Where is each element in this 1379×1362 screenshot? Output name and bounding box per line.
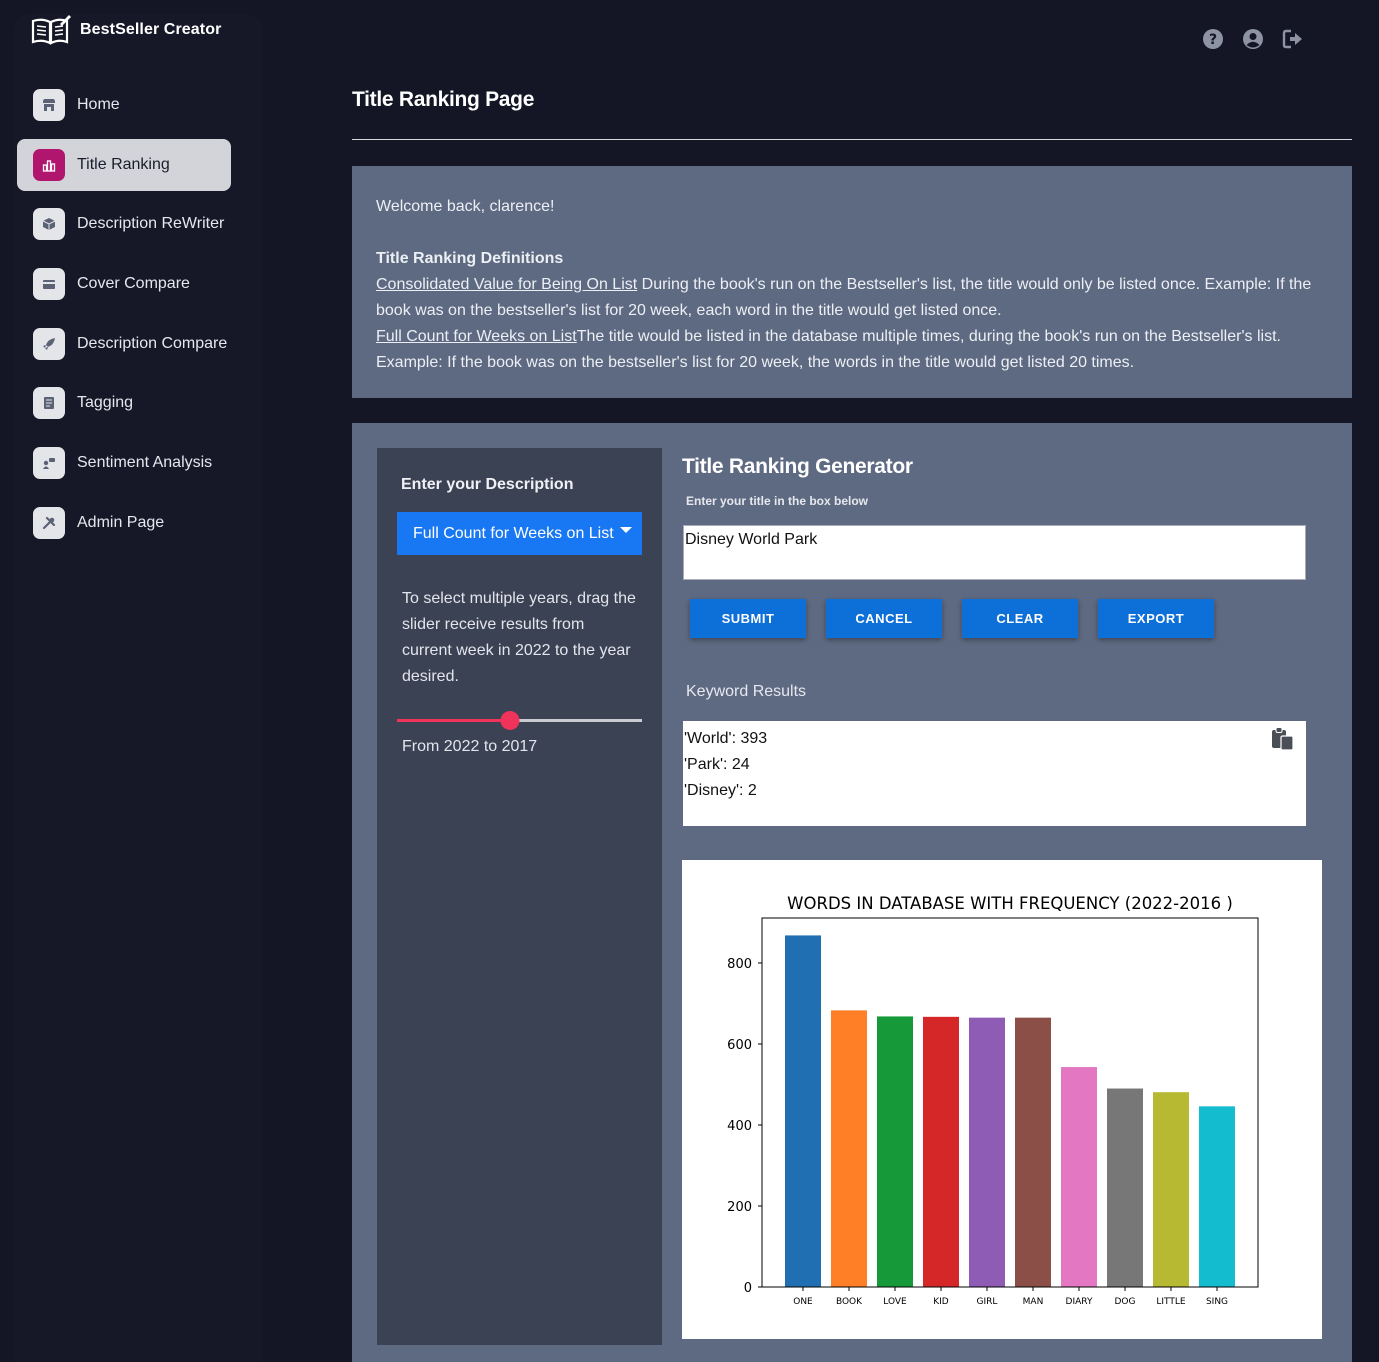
sidebar-item-label: Cover Compare xyxy=(77,275,190,293)
user-icon[interactable] xyxy=(1242,28,1264,50)
sidebar-item-home[interactable]: Home xyxy=(17,79,231,131)
clear-button[interactable]: CLEAR xyxy=(962,599,1078,638)
x-tick-label: DIARY xyxy=(1066,1297,1093,1307)
definitions-heading: Title Ranking Definitions xyxy=(376,250,564,267)
y-tick-label: 0 xyxy=(744,1281,752,1296)
keyword-result: 'World': 393 xyxy=(684,730,768,747)
logout-icon[interactable] xyxy=(1282,28,1304,50)
x-tick-label: GIRL xyxy=(977,1297,998,1307)
sidebar-item-label: Description Compare xyxy=(77,334,228,352)
sidebar-item-cover-compare[interactable]: Cover Compare xyxy=(17,258,231,310)
chart-title: WORDS IN DATABASE WITH FREQUENCY (2022-2… xyxy=(787,894,1233,913)
sidebar-nav: Home Title Ranking Description ReWriter … xyxy=(17,79,231,557)
slider-thumb[interactable] xyxy=(500,711,520,730)
sidebar-item-label: Admin Page xyxy=(77,513,165,531)
generator-title: Title Ranking Generator xyxy=(682,455,913,478)
chart-bar-little xyxy=(1153,1092,1189,1287)
document-icon xyxy=(33,387,65,420)
x-tick-label: DOG xyxy=(1115,1297,1136,1307)
chart-bar-love xyxy=(877,1016,913,1287)
x-tick-label: SING xyxy=(1206,1297,1228,1307)
slider-fill xyxy=(397,719,510,722)
description-options-title: Enter your Description xyxy=(401,476,574,493)
keyword-results-label: Keyword Results xyxy=(686,683,807,700)
help-icon[interactable]: ? xyxy=(1202,28,1224,50)
x-tick-label: LOVE xyxy=(883,1297,907,1307)
brand[interactable]: BestSeller Creator xyxy=(30,14,221,46)
description-options-card: Enter your Description Full Count for We… xyxy=(377,448,662,1345)
x-tick-label: MAN xyxy=(1023,1297,1044,1307)
chart-bar-dog xyxy=(1107,1088,1143,1287)
title-input[interactable]: Disney World Park xyxy=(683,525,1306,580)
svg-text:?: ? xyxy=(1209,32,1217,48)
x-tick-label: KID xyxy=(933,1297,949,1307)
header-divider xyxy=(352,139,1352,140)
year-range-slider[interactable] xyxy=(397,710,642,730)
cancel-button[interactable]: CANCEL xyxy=(826,599,942,638)
keyword-result: 'Disney': 2 xyxy=(684,782,757,799)
submit-button[interactable]: SUBMIT xyxy=(690,599,806,638)
definition-full-count: Full Count for Weeks on ListThe title wo… xyxy=(376,324,1328,376)
sidebar-item-sentiment-analysis[interactable]: Sentiment Analysis xyxy=(17,437,231,489)
chart-icon xyxy=(33,148,65,181)
sidebar-item-label: Tagging xyxy=(77,394,134,412)
definition-full-count-link[interactable]: Full Count for Weeks on List xyxy=(376,328,577,345)
sidebar-item-description-rewriter[interactable]: Description ReWriter xyxy=(17,198,231,250)
chat-icon xyxy=(33,447,65,480)
tools-icon xyxy=(33,506,65,539)
chart-bar-girl xyxy=(969,1017,1005,1287)
card-icon xyxy=(33,268,65,301)
frequency-chart-svg: WORDS IN DATABASE WITH FREQUENCY (2022-2… xyxy=(727,894,1259,1307)
main-panel: Enter your Description Full Count for We… xyxy=(352,423,1352,1362)
sidebar-item-label: Description ReWriter xyxy=(77,215,225,233)
chevron-down-icon xyxy=(620,527,632,533)
chart-bar-diary xyxy=(1061,1067,1097,1287)
y-tick-label: 200 xyxy=(727,1200,752,1215)
definition-consolidated: Consolidated Value for Being On List Dur… xyxy=(376,272,1328,324)
header-actions: ? xyxy=(1202,28,1304,50)
chart-bar-book xyxy=(831,1010,867,1287)
sidebar-item-label: Title Ranking xyxy=(77,155,170,173)
y-tick-label: 400 xyxy=(727,1119,752,1134)
sidebar-item-label: Sentiment Analysis xyxy=(77,454,213,472)
cube-icon xyxy=(33,208,65,241)
keyword-results-box[interactable]: 'World': 393 'Park': 24 'Disney': 2 xyxy=(683,721,1306,826)
chart-bar-one xyxy=(785,935,821,1287)
sidebar-item-tagging[interactable]: Tagging xyxy=(17,377,231,429)
brand-name: BestSeller Creator xyxy=(80,21,222,38)
page-title: Title Ranking Page xyxy=(352,88,535,111)
action-buttons: SUBMIT CANCEL CLEAR EXPORT xyxy=(690,599,1214,638)
keyword-result: 'Park': 24 xyxy=(684,756,750,773)
rocket-icon xyxy=(33,327,65,360)
x-tick-label: ONE xyxy=(793,1297,813,1307)
chart-bar-man xyxy=(1015,1017,1051,1287)
chart-bar-sing xyxy=(1199,1106,1235,1287)
ranking-mode-dropdown[interactable]: Full Count for Weeks on List xyxy=(397,512,642,555)
slider-help-text: To select multiple years, drag the slide… xyxy=(402,590,636,685)
slider-readout: From 2022 to 2017 xyxy=(402,738,538,755)
sidebar-item-title-ranking[interactable]: Title Ranking xyxy=(17,138,231,191)
y-tick-label: 600 xyxy=(727,1038,752,1053)
x-tick-label: BOOK xyxy=(836,1297,863,1307)
generator-subtitle: Enter your title in the box below xyxy=(686,494,869,508)
clipboard-icon[interactable] xyxy=(1270,726,1296,752)
sidebar-item-admin-page[interactable]: Admin Page xyxy=(17,497,231,549)
sidebar-item-label: Home xyxy=(77,96,120,113)
sidebar-item-description-compare[interactable]: Description Compare xyxy=(17,318,231,370)
definition-consolidated-link[interactable]: Consolidated Value for Being On List xyxy=(376,276,637,293)
ranking-mode-selected: Full Count for Weeks on List xyxy=(413,524,614,542)
y-tick-label: 800 xyxy=(727,957,752,972)
open-book-icon xyxy=(31,15,71,45)
chart-bar-kid xyxy=(923,1016,959,1287)
definitions-panel: Welcome back, clarence! Title Ranking De… xyxy=(352,166,1352,398)
x-tick-label: LITTLE xyxy=(1156,1297,1186,1307)
store-icon xyxy=(33,89,65,121)
welcome-text: Welcome back, clarence! xyxy=(376,198,555,215)
frequency-chart: WORDS IN DATABASE WITH FREQUENCY (2022-2… xyxy=(682,860,1322,1339)
export-button[interactable]: EXPORT xyxy=(1098,599,1214,638)
